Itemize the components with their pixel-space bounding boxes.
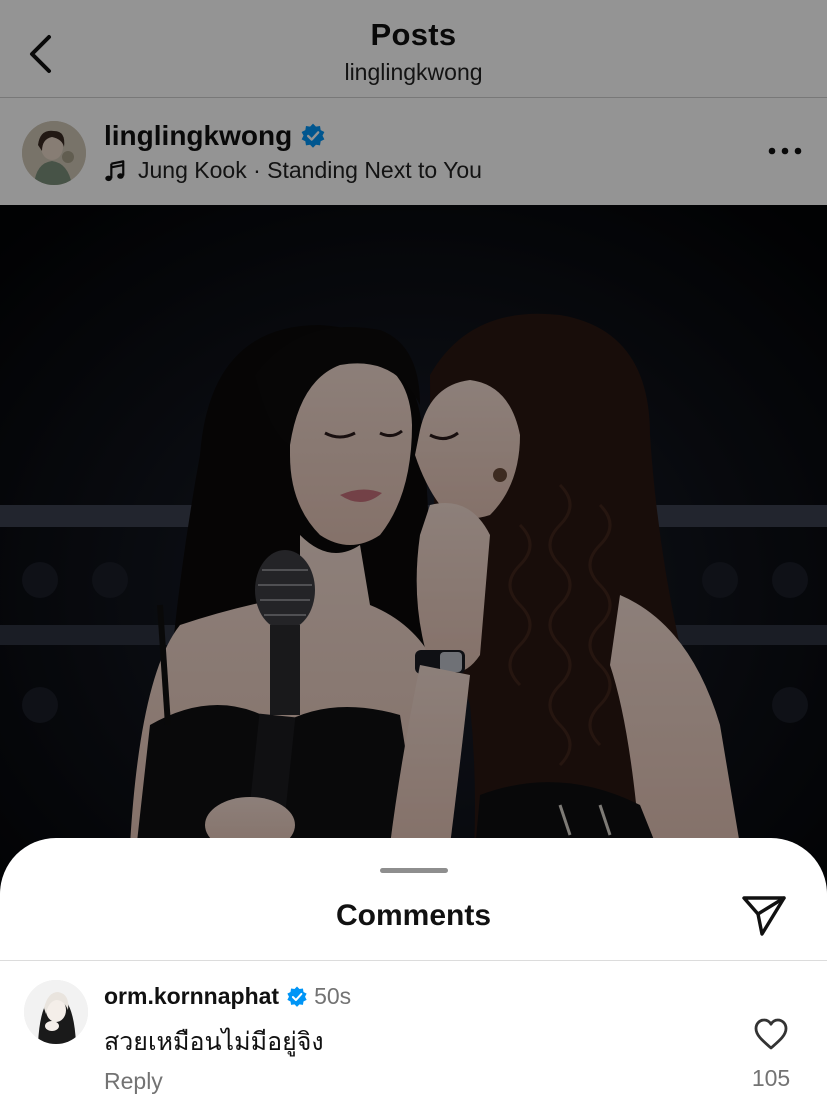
music-note-icon — [105, 159, 125, 181]
more-options-button[interactable] — [765, 136, 805, 166]
send-icon — [742, 896, 786, 936]
page-title: Posts — [370, 17, 457, 52]
post-header: linglingkwong Jung Kook · Standing Next … — [0, 98, 827, 205]
post-photo-image — [0, 205, 827, 905]
share-button[interactable] — [738, 892, 790, 940]
commenter-name: orm.kornnaphat — [104, 983, 280, 1009]
instagram-post-comments-screen: Posts linglingkwong linglingkwong Jung K… — [0, 0, 827, 1109]
commenter-avatar[interactable] — [24, 980, 88, 1044]
comment-like-count: 105 — [751, 1065, 791, 1091]
reply-button[interactable]: Reply — [104, 1068, 163, 1095]
comment-text: สวยเหมือนไม่มีอยู่จิง — [104, 1028, 324, 1056]
comments-title: Comments — [335, 899, 492, 932]
like-comment-button[interactable] — [752, 1016, 790, 1052]
more-horizontal-icon — [768, 147, 802, 155]
commenter-username[interactable]: orm.kornnaphat 50s — [104, 983, 351, 1010]
verified-badge-icon — [287, 986, 307, 1007]
page-subtitle-username[interactable]: linglingkwong — [0, 59, 827, 86]
post-author-avatar[interactable] — [22, 121, 86, 185]
post-music-label: Jung Kook · Standing Next to You — [138, 157, 482, 183]
comments-sheet: Comments orm.kornnaphat 50s สวยเหมือนไม่… — [0, 838, 827, 1109]
sheet-drag-handle[interactable] — [380, 868, 448, 873]
post-author-username[interactable]: linglingkwong — [104, 120, 326, 152]
post-photo[interactable] — [0, 205, 827, 905]
post-music-link[interactable]: Jung Kook · Standing Next to You — [104, 157, 482, 184]
verified-badge-icon — [301, 123, 325, 148]
heart-outline-icon — [754, 1018, 788, 1050]
comment-timestamp: 50s — [314, 983, 352, 1009]
sheet-divider — [0, 960, 827, 961]
post-author-name: linglingkwong — [104, 120, 293, 151]
top-navigation-bar: Posts linglingkwong — [0, 0, 827, 97]
